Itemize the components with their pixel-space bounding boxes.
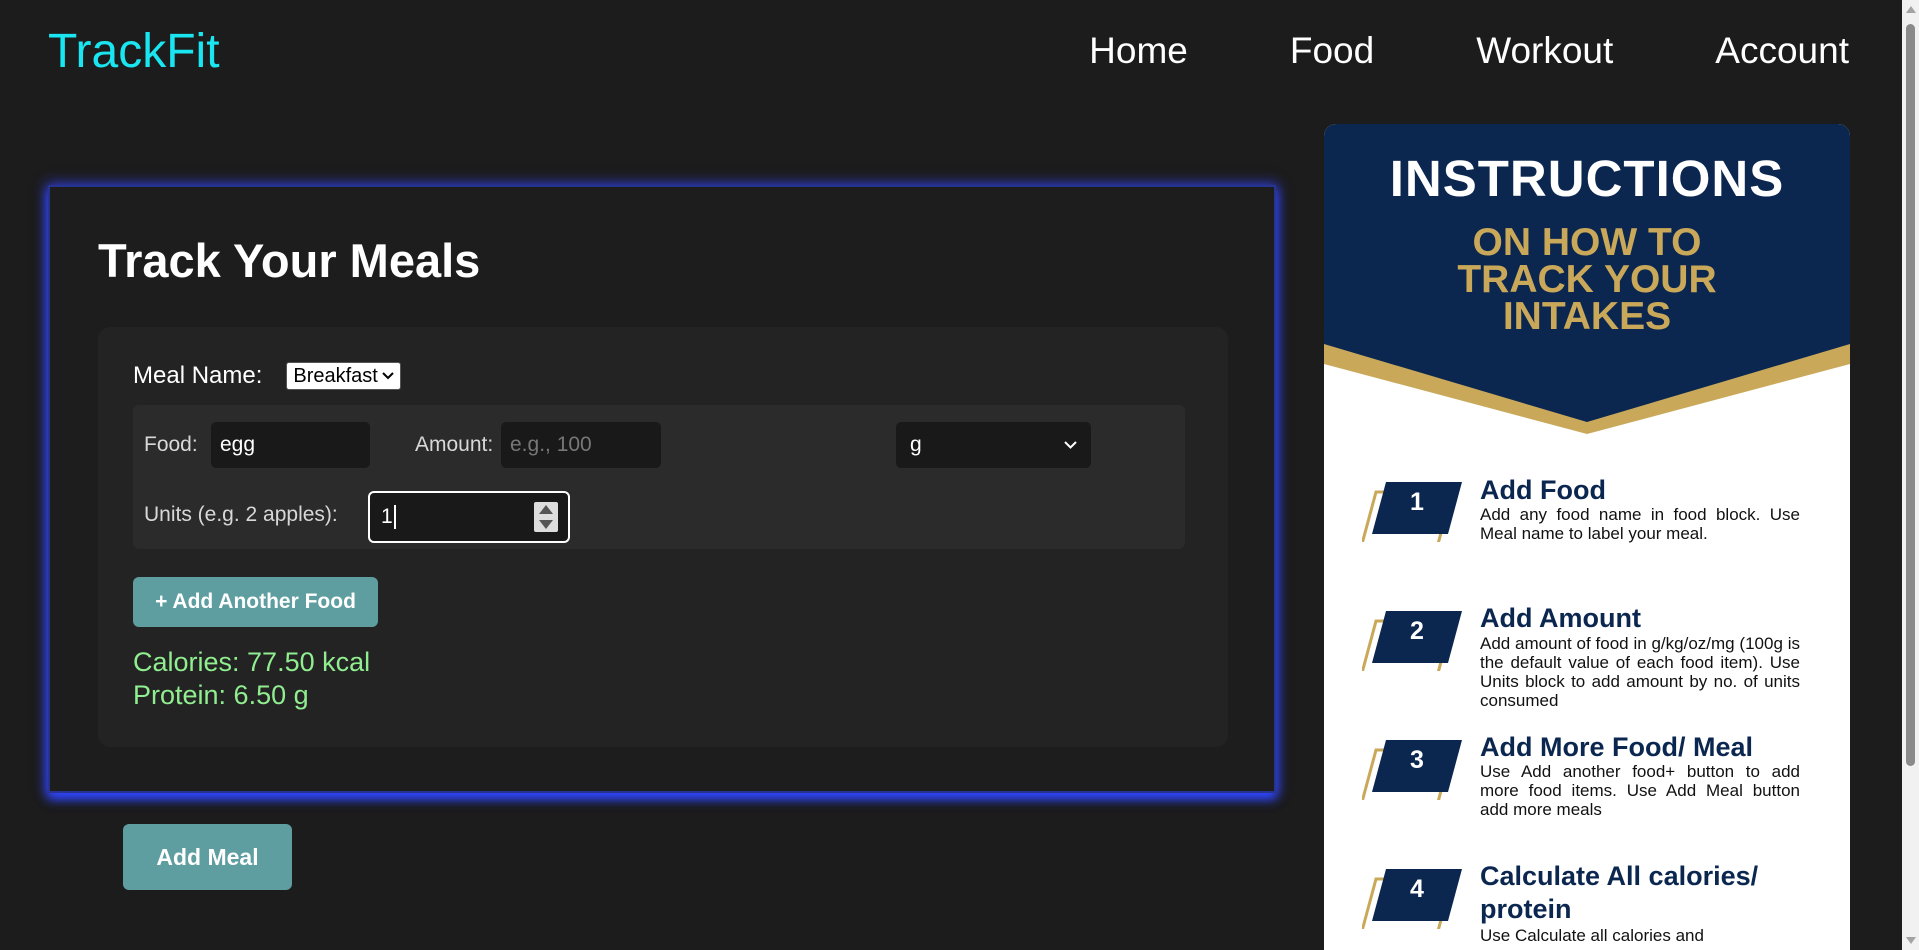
scroll-up-icon[interactable]	[1906, 6, 1916, 13]
units-label: Units (e.g. 2 apples):	[144, 503, 338, 526]
protein-total: Protein: 6.50 g	[133, 680, 309, 710]
nav-food-link[interactable]: Food	[1290, 30, 1374, 72]
units-input[interactable]: 1	[368, 491, 570, 543]
step-1-badge: 1	[1362, 482, 1462, 542]
food-input[interactable]: egg	[211, 422, 370, 468]
instructions-panel: INSTRUCTIONS ON HOW TO TRACK YOUR INTAKE…	[1324, 124, 1850, 950]
meal-name-select[interactable]: Breakfast	[286, 362, 401, 390]
step-3-body: Use Add another food+ button to add more…	[1480, 762, 1800, 819]
add-meal-button[interactable]: Add Meal	[123, 824, 292, 890]
unit-select[interactable]: g	[896, 422, 1091, 468]
meal-tracker-card: Track Your Meals Meal Name: Breakfast Fo…	[48, 185, 1276, 793]
step-4-body: Use Calculate all calories and	[1480, 926, 1704, 945]
chevron-down-icon	[382, 372, 394, 380]
amount-label: Amount:	[415, 433, 494, 456]
brand-logo[interactable]: TrackFit	[48, 24, 220, 79]
meal-name-value: Breakfast	[293, 364, 378, 387]
nav-home-link[interactable]: Home	[1089, 30, 1188, 72]
scroll-down-icon[interactable]	[1906, 937, 1916, 944]
add-another-food-button[interactable]: + Add Another Food	[133, 577, 378, 627]
food-label: Food:	[144, 433, 198, 456]
scrollbar-thumb[interactable]	[1906, 24, 1915, 766]
step-number: 1	[1410, 488, 1424, 516]
step-3-heading: Add More Food/ Meal	[1480, 732, 1753, 762]
meal-name-row: Meal Name: Breakfast	[133, 362, 401, 390]
instructions-subtitle: ON HOW TO TRACK YOUR INTAKES	[1324, 221, 1850, 338]
subtitle-line: ON HOW TO	[1472, 221, 1702, 264]
meal-form: Meal Name: Breakfast Food: egg Amount: e…	[98, 327, 1228, 747]
amount-input[interactable]: e.g., 100	[501, 422, 661, 468]
page: TrackFit Home Food Workout Account Track…	[0, 0, 1919, 950]
nav-workout-link[interactable]: Workout	[1476, 30, 1613, 72]
calories-total: Calories: 77.50 kcal	[133, 647, 371, 677]
step-3-badge: 3	[1362, 740, 1462, 800]
step-1-heading: Add Food	[1480, 475, 1606, 505]
tracker-title: Track Your Meals	[98, 234, 481, 287]
step-1-body: Add any food name in food block. Use Mea…	[1480, 505, 1800, 543]
text-caret	[393, 505, 396, 529]
step-number: 3	[1410, 746, 1424, 774]
stepper-down-icon[interactable]	[539, 520, 553, 529]
instructions-title: INSTRUCTIONS	[1389, 150, 1785, 207]
step-2-heading: Add Amount	[1480, 603, 1641, 633]
units-stepper[interactable]	[534, 502, 558, 532]
unit-value: g	[910, 433, 922, 456]
step-4-badge: 4	[1362, 869, 1462, 929]
food-entry: Food: egg Amount: e.g., 100 g Units (e.g…	[133, 405, 1185, 549]
stepper-up-icon[interactable]	[539, 505, 553, 514]
nav-account-link[interactable]: Account	[1715, 30, 1849, 72]
page-scrollbar[interactable]	[1902, 0, 1919, 950]
step-2-body: Add amount of food in g/kg/oz/mg (100g i…	[1480, 634, 1800, 710]
units-value: 1	[381, 505, 393, 528]
step-2-badge: 2	[1362, 611, 1462, 671]
step-4-heading: Calculate All calories/ protein	[1480, 861, 1759, 924]
chevron-down-icon	[1064, 441, 1077, 449]
step-number: 4	[1410, 875, 1424, 903]
subtitle-line: INTAKES	[1502, 295, 1672, 338]
meal-name-label: Meal Name:	[133, 362, 263, 389]
step-number: 2	[1410, 617, 1424, 645]
subtitle-line: TRACK YOUR	[1457, 258, 1717, 301]
main-nav: Home Food Workout Account	[1089, 30, 1849, 72]
